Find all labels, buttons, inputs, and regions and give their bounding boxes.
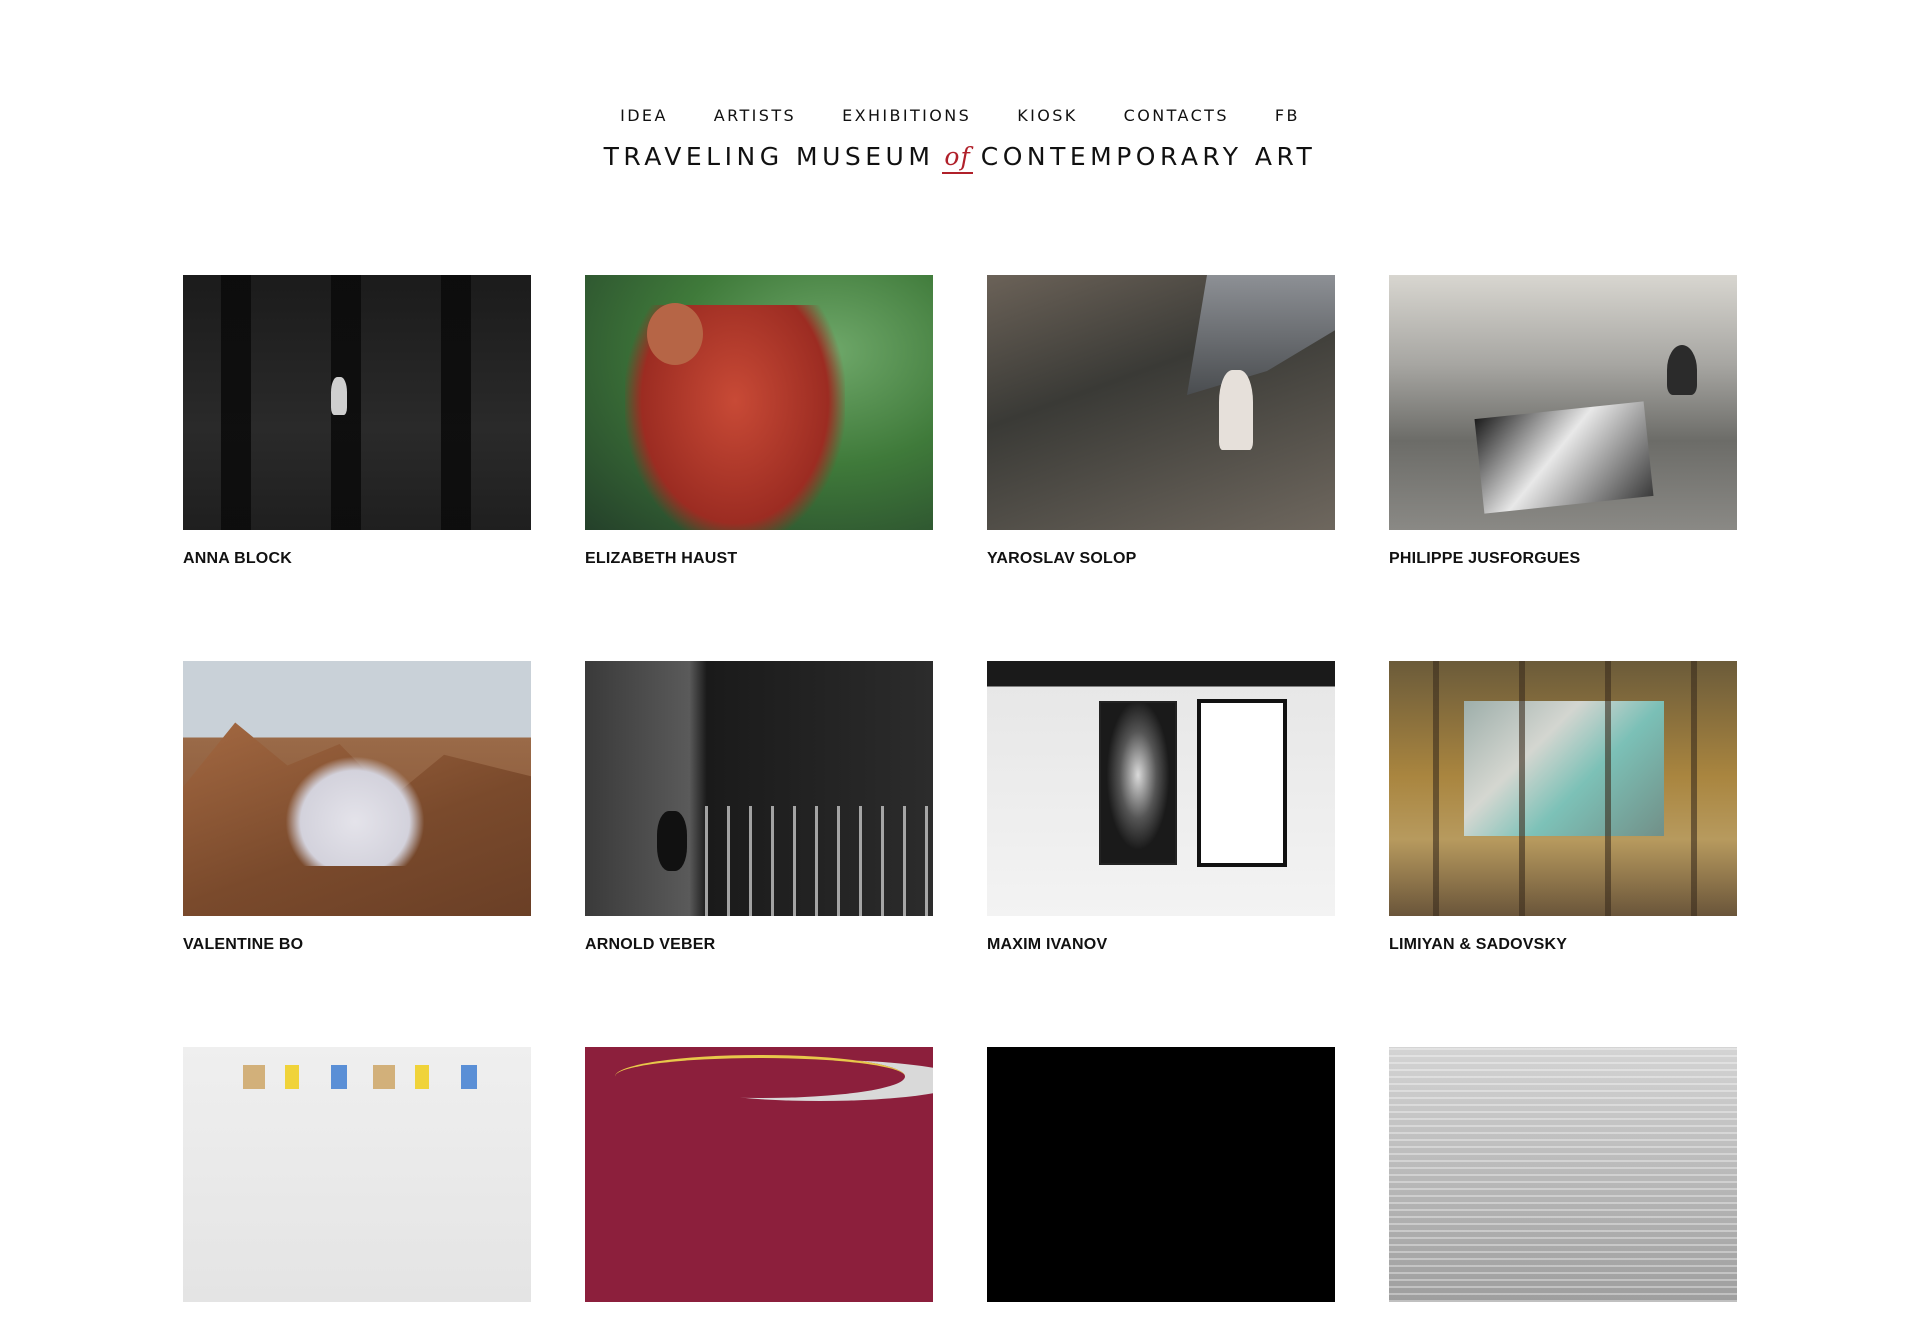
artist-card[interactable]: ARNOLD VEBER: [585, 661, 933, 954]
nav-kiosk[interactable]: KIOSK: [1017, 106, 1077, 126]
nav-exhibitions[interactable]: EXHIBITIONS: [842, 106, 971, 126]
artist-name[interactable]: PHILIPPE JUSFORGUES: [1389, 550, 1737, 568]
artist-card[interactable]: MAXIM IVANOV: [987, 661, 1335, 954]
artist-thumbnail[interactable]: [987, 1047, 1335, 1302]
artist-thumbnail[interactable]: [987, 661, 1335, 916]
logo-text-traveling-museum: TRAVELING MUSEUM: [603, 142, 935, 171]
artist-card[interactable]: LIMIYAN & SADOVSKY: [1389, 661, 1737, 954]
artist-name[interactable]: ANNA BLOCK: [183, 550, 531, 568]
artist-thumbnail[interactable]: [585, 1047, 933, 1302]
artist-thumbnail[interactable]: [987, 275, 1335, 530]
nav-idea[interactable]: IDEA: [620, 106, 668, 126]
artist-name[interactable]: YAROSLAV SOLOP: [987, 550, 1335, 568]
artist-name[interactable]: VALENTINE BO: [183, 936, 531, 954]
artist-name[interactable]: ARNOLD VEBER: [585, 936, 933, 954]
artist-card[interactable]: PHILIPPE JUSFORGUES: [1389, 275, 1737, 568]
artist-card[interactable]: YAROSLAV SOLOP: [987, 275, 1335, 568]
artist-card[interactable]: [1389, 1047, 1737, 1322]
artist-card[interactable]: VALENTINE BO: [183, 661, 531, 954]
artist-thumbnail[interactable]: [1389, 275, 1737, 530]
artist-name[interactable]: ELIZABETH HAUST: [585, 550, 933, 568]
nav-contacts[interactable]: CONTACTS: [1124, 106, 1229, 126]
artist-thumbnail[interactable]: [585, 275, 933, 530]
main-nav: IDEA ARTISTS EXHIBITIONS KIOSK CONTACTS …: [0, 106, 1920, 126]
artist-card[interactable]: ELIZABETH HAUST: [585, 275, 933, 568]
nav-artists[interactable]: ARTISTS: [714, 106, 796, 126]
artist-thumbnail[interactable]: [585, 661, 933, 916]
artist-card[interactable]: ANNA BLOCK: [183, 275, 531, 568]
artist-card[interactable]: [183, 1047, 531, 1322]
nav-fb[interactable]: FB: [1275, 106, 1300, 126]
artist-thumbnail[interactable]: [183, 275, 531, 530]
site-logo[interactable]: TRAVELING MUSEUM of CONTEMPORARY ART: [0, 140, 1920, 174]
artist-thumbnail[interactable]: [183, 1047, 531, 1302]
artist-thumbnail[interactable]: [1389, 661, 1737, 916]
artist-card[interactable]: [987, 1047, 1335, 1322]
artist-name[interactable]: LIMIYAN & SADOVSKY: [1389, 936, 1737, 954]
logo-text-contemporary-art: CONTEMPORARY ART: [980, 142, 1317, 171]
logo-of: of: [942, 142, 973, 174]
artist-thumbnail[interactable]: [183, 661, 531, 916]
artist-card[interactable]: [585, 1047, 933, 1322]
artist-name[interactable]: MAXIM IVANOV: [987, 936, 1335, 954]
artist-thumbnail[interactable]: [1389, 1047, 1737, 1302]
